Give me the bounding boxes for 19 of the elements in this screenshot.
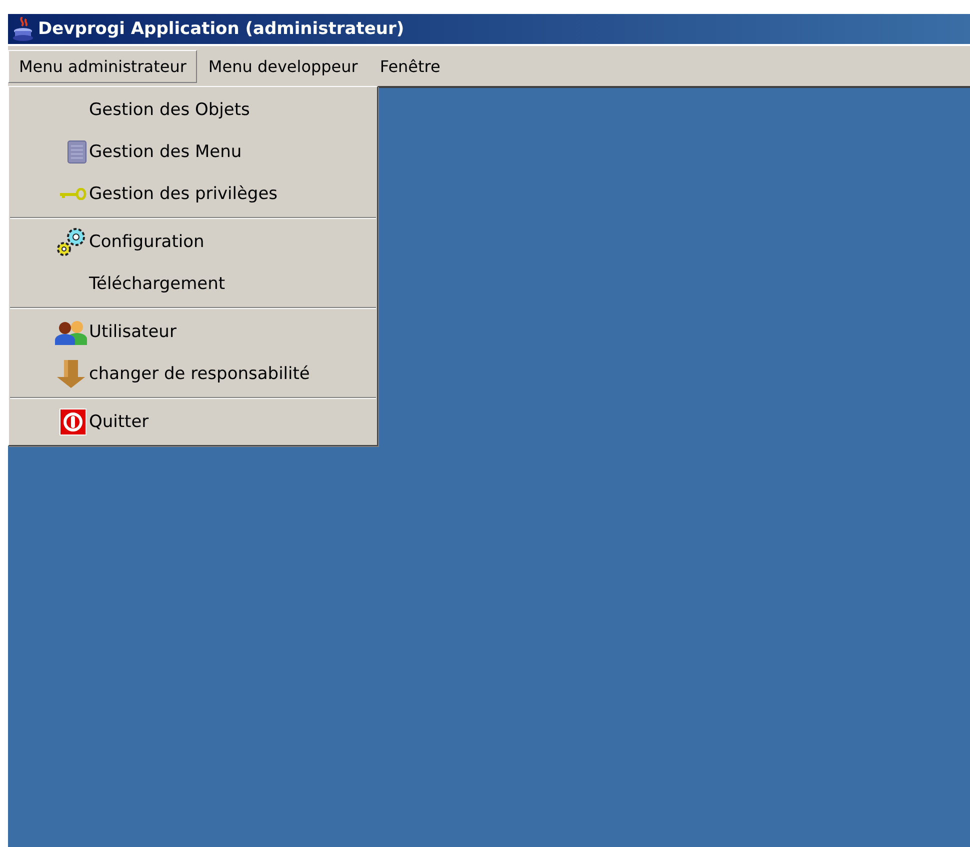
menu-option[interactable]: Configuration <box>89 232 204 252</box>
menu-option[interactable]: Utilisateur <box>89 322 176 342</box>
steaming-cup-icon <box>12 17 34 41</box>
menu-option[interactable]: changer de responsabilité <box>89 364 310 384</box>
menu-option[interactable]: Gestion des privilèges <box>89 184 278 204</box>
menu-option[interactable]: Gestion des Menu <box>89 142 242 162</box>
menu-option[interactable]: Gestion des Objets <box>89 100 250 120</box>
power-icon <box>59 408 87 436</box>
menu-item[interactable]: Fenêtre <box>368 50 452 82</box>
menu-item[interactable]: Menu developpeur <box>197 50 369 82</box>
arrow-down-icon <box>55 360 87 388</box>
menu-item[interactable]: Menu administrateur <box>8 50 198 82</box>
users-icon <box>55 319 87 345</box>
document-icon <box>67 140 87 164</box>
menu-option[interactable]: Téléchargement <box>89 274 226 294</box>
window-title: Devprogi Application (administrateur) <box>38 19 404 39</box>
key-icon <box>59 188 87 200</box>
gears-icon <box>55 226 87 258</box>
menu-option[interactable]: Quitter <box>89 412 149 432</box>
